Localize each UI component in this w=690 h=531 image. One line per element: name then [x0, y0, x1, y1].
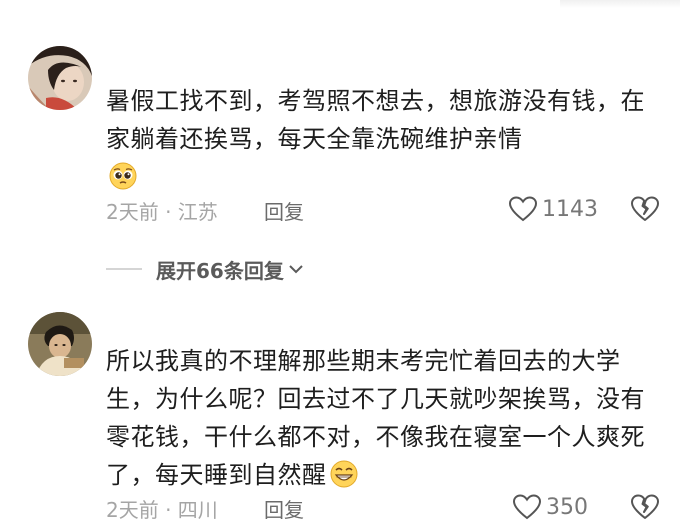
- comment-meta: 2天前 · 江苏 回复 1143: [106, 194, 666, 224]
- avatar[interactable]: [28, 46, 92, 110]
- time-location: 2天前 · 江苏: [106, 200, 218, 224]
- expand-divider: [106, 268, 142, 270]
- like-count: 350: [546, 494, 588, 520]
- like-count: 1143: [542, 196, 598, 222]
- avatar[interactable]: [28, 312, 92, 376]
- expand-replies-button[interactable]: 展开66条回复: [106, 254, 304, 284]
- time-location: 2天前 · 四川: [106, 498, 218, 522]
- comment-meta: 2天前 · 四川 回复 350: [106, 492, 666, 522]
- broken-heart-icon[interactable]: [630, 194, 660, 224]
- reply-button[interactable]: 回复: [264, 494, 304, 523]
- like-button[interactable]: 350: [512, 492, 588, 522]
- comment-text: 暑假工找不到，考驾照不想去，想旅游没有钱，在家躺着还挨骂，每天全靠洗碗维护亲情: [106, 82, 666, 196]
- comment-body: 暑假工找不到，考驾照不想去，想旅游没有钱，在家躺着还挨骂，每天全靠洗碗维护亲情: [106, 87, 645, 153]
- broken-heart-icon[interactable]: [630, 492, 660, 522]
- like-button[interactable]: 1143: [508, 194, 598, 224]
- chevron-down-icon: [289, 265, 303, 274]
- comment-body: 所以我真的不理解那些期末考完忙着回去的大学生，为什么呢？回去过不了几天就吵架挨骂…: [106, 347, 645, 489]
- pleading-face-icon: [108, 161, 138, 191]
- comment-text: 所以我真的不理解那些期末考完忙着回去的大学生，为什么呢？回去过不了几天就吵架挨骂…: [106, 342, 666, 494]
- heart-outline-icon: [508, 196, 538, 222]
- reply-button[interactable]: 回复: [264, 196, 304, 225]
- top-edge-shadow: [560, 0, 680, 8]
- expand-label: 展开66条回复: [156, 258, 284, 283]
- heart-outline-icon: [512, 494, 542, 520]
- grinning-face-icon: [329, 459, 359, 489]
